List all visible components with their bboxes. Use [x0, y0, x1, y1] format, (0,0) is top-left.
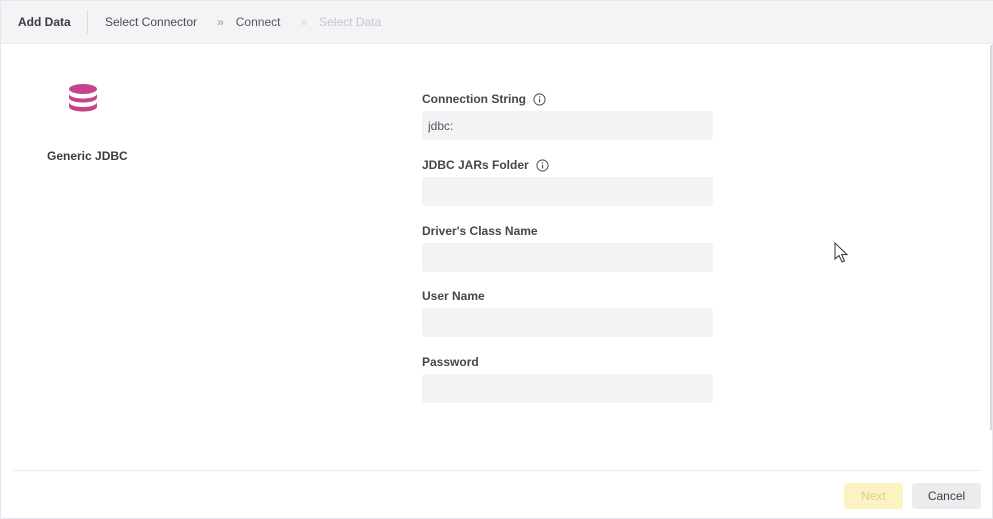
dialog-title: Add Data	[1, 10, 88, 34]
user-name-input[interactable]	[422, 308, 713, 337]
add-data-dialog: Add Data Select Connector » Connect » Se…	[0, 0, 993, 519]
jars-folder-label: JDBC JARs Folder	[422, 158, 549, 172]
next-button[interactable]: Next	[844, 483, 903, 509]
database-icon	[69, 84, 97, 112]
cancel-button[interactable]: Cancel	[912, 483, 981, 509]
connection-string-input[interactable]	[422, 111, 713, 140]
driver-class-input[interactable]	[422, 243, 713, 272]
step-select-data: Select Data	[319, 15, 382, 29]
user-name-label: User Name	[422, 289, 485, 303]
driver-class-label: Driver's Class Name	[422, 224, 538, 238]
jars-folder-label-text: JDBC JARs Folder	[422, 158, 529, 172]
user-name-label-text: User Name	[422, 289, 485, 303]
connection-string-label: Connection String	[422, 92, 546, 106]
jars-folder-input[interactable]	[422, 177, 713, 206]
step-select-connector[interactable]: Select Connector	[105, 10, 197, 34]
mouse-cursor-icon	[834, 242, 849, 263]
scrollbar[interactable]	[990, 45, 992, 430]
step-separator: »	[300, 15, 308, 29]
step-connect[interactable]: Connect	[236, 10, 281, 34]
driver-class-label-text: Driver's Class Name	[422, 224, 538, 238]
password-label: Password	[422, 355, 479, 369]
info-icon[interactable]	[533, 92, 546, 106]
connector-name: Generic JDBC	[47, 149, 128, 163]
connection-string-label-text: Connection String	[422, 92, 526, 106]
step-separator: »	[217, 15, 224, 29]
wizard-header: Add Data Select Connector » Connect » Se…	[1, 1, 993, 44]
footer-divider	[13, 470, 982, 471]
info-icon[interactable]	[536, 158, 549, 172]
password-input[interactable]	[422, 374, 713, 403]
password-label-text: Password	[422, 355, 479, 369]
